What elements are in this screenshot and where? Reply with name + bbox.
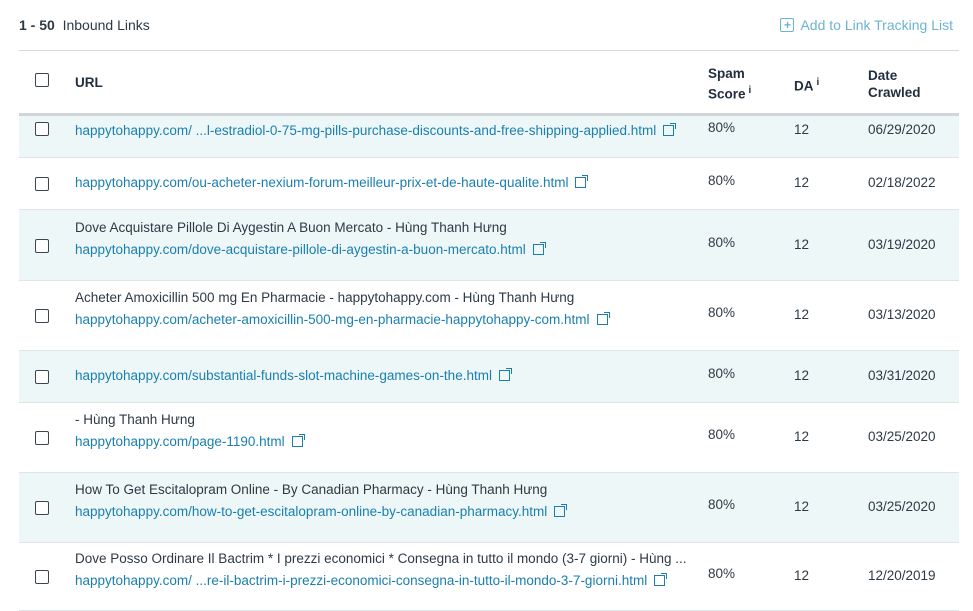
date-crawled: 03/25/2020 <box>868 429 936 444</box>
date-crawled: 03/31/2020 <box>868 368 936 383</box>
spam-score: 80% <box>708 366 736 381</box>
table-header: URL Spam Score i DA i Date Crawled <box>19 51 959 116</box>
link-url-text[interactable]: happytohappy.com/how-to-get-escitalopram… <box>75 504 547 519</box>
select-all-checkbox[interactable] <box>35 73 49 87</box>
link-url-text[interactable]: happytohappy.com/ ...l-estradiol-0-75-mg… <box>75 123 656 138</box>
link-url[interactable]: happytohappy.com/page-1190.html <box>75 434 305 449</box>
external-link-icon[interactable] <box>554 504 568 517</box>
domain-authority: 12 <box>794 175 810 190</box>
table-row: happytohappy.com/ou-acheter-nexium-forum… <box>19 158 959 210</box>
external-link-icon[interactable] <box>532 241 546 255</box>
add-to-link-tracking-button[interactable]: + Add to Link Tracking List <box>780 17 953 33</box>
plus-icon: + <box>780 18 795 32</box>
date-crawled: 03/19/2020 <box>868 236 936 252</box>
date-crawled: 12/20/2019 <box>868 568 936 583</box>
row-checkbox[interactable] <box>35 309 49 323</box>
spam-score: 80% <box>708 497 736 512</box>
external-link-icon[interactable] <box>663 123 677 136</box>
table-row: How To Get Escitalopram Online - By Cana… <box>19 473 959 543</box>
link-url[interactable]: happytohappy.com/how-to-get-escitalopram… <box>75 504 568 519</box>
link-title: Dove Acquistare Pillole Di Aygestin A Bu… <box>75 219 507 235</box>
row-checkbox[interactable] <box>35 177 49 191</box>
link-url[interactable]: happytohappy.com/acheter-amoxicillin-500… <box>75 312 610 327</box>
link-title: - Hùng Thanh Hưng <box>75 412 195 427</box>
external-link-icon[interactable] <box>291 434 305 447</box>
link-url-text[interactable]: happytohappy.com/acheter-amoxicillin-500… <box>75 312 590 327</box>
domain-authority: 12 <box>794 429 810 444</box>
link-title: How To Get Escitalopram Online - By Cana… <box>75 482 548 497</box>
link-url[interactable]: happytohappy.com/substantial-funds-slot-… <box>75 368 512 383</box>
row-checkbox[interactable] <box>35 370 49 384</box>
spam-score: 80% <box>708 234 736 250</box>
column-da[interactable]: DA i <box>794 74 819 95</box>
link-url-text[interactable]: happytohappy.com/page-1190.html <box>75 434 285 449</box>
date-crawled: 06/29/2020 <box>868 122 936 137</box>
date-crawled: 03/13/2020 <box>868 307 936 322</box>
result-label: Inbound Links <box>62 17 150 33</box>
external-link-icon[interactable] <box>654 573 668 586</box>
column-date-crawled[interactable]: Date Crawled <box>868 67 921 101</box>
link-url[interactable]: happytohappy.com/ ...l-estradiol-0-75-mg… <box>75 123 677 138</box>
row-checkbox[interactable] <box>35 122 49 136</box>
link-url-text[interactable]: happytohappy.com/ou-acheter-nexium-forum… <box>75 175 568 190</box>
table-row: happytohappy.com/ ...l-estradiol-0-75-mg… <box>19 116 959 158</box>
domain-authority: 12 <box>794 568 810 583</box>
table-row: Dove Posso Ordinare Il Bactrim * I prezz… <box>19 543 959 611</box>
row-checkbox[interactable] <box>35 570 49 584</box>
row-checkbox[interactable] <box>35 431 49 445</box>
date-header-line2: Crawled <box>868 85 921 100</box>
domain-authority: 12 <box>794 122 810 137</box>
add-to-link-tracking-label: Add to Link Tracking List <box>800 17 953 33</box>
link-title: Dove Posso Ordinare Il Bactrim * I prezz… <box>75 551 687 566</box>
link-url-text[interactable]: happytohappy.com/dove-acquistare-pillole… <box>75 242 526 257</box>
table-row: Dove Acquistare Pillole Di Aygestin A Bu… <box>19 210 959 281</box>
links-table-body: happytohappy.com/ ...l-estradiol-0-75-mg… <box>19 116 959 611</box>
external-link-icon[interactable] <box>596 312 610 325</box>
domain-authority: 12 <box>794 236 810 252</box>
link-url[interactable]: happytohappy.com/ou-acheter-nexium-forum… <box>75 175 589 190</box>
external-link-icon[interactable] <box>498 368 512 381</box>
results-toolbar: 1 - 50 Inbound Links + Add to Link Track… <box>0 0 973 50</box>
link-title: Acheter Amoxicillin 500 mg En Pharmacie … <box>75 290 575 305</box>
domain-authority: 12 <box>794 307 810 322</box>
info-icon[interactable]: i <box>817 77 820 88</box>
table-row: - Hùng Thanh Hưng happytohappy.com/page-1… <box>19 403 959 473</box>
spam-score: 80% <box>708 566 736 581</box>
table-row: happytohappy.com/substantial-funds-slot-… <box>19 351 959 403</box>
result-range: 1 - 50 <box>19 17 55 33</box>
da-header-label: DA <box>794 78 814 94</box>
date-crawled: 03/25/2020 <box>868 499 936 514</box>
domain-authority: 12 <box>794 499 810 514</box>
date-crawled: 02/18/2022 <box>868 175 936 190</box>
row-checkbox[interactable] <box>35 501 49 515</box>
external-link-icon[interactable] <box>575 175 589 188</box>
link-url[interactable]: happytohappy.com/ ...re-il-bactrim-i-pre… <box>75 573 668 588</box>
spam-score: 80% <box>708 427 736 442</box>
spam-score: 80% <box>708 120 736 135</box>
spam-header-line2: Score <box>708 86 746 102</box>
spam-score: 80% <box>708 173 736 188</box>
date-header-line1: Date <box>868 68 898 83</box>
result-count: 1 - 50 Inbound Links <box>19 17 150 33</box>
column-spam-score[interactable]: Spam Score i <box>708 65 751 103</box>
link-url-text[interactable]: happytohappy.com/ ...re-il-bactrim-i-pre… <box>75 573 647 588</box>
column-url[interactable]: URL <box>75 74 103 91</box>
spam-score: 80% <box>708 305 736 320</box>
spam-header-line1: Spam <box>708 66 745 81</box>
row-checkbox[interactable] <box>35 238 49 253</box>
domain-authority: 12 <box>794 368 810 383</box>
link-url-text[interactable]: happytohappy.com/substantial-funds-slot-… <box>75 368 492 383</box>
table-row: Acheter Amoxicillin 500 mg En Pharmacie … <box>19 281 959 351</box>
link-url[interactable]: happytohappy.com/dove-acquistare-pillole… <box>75 241 546 257</box>
info-icon[interactable]: i <box>749 85 752 96</box>
